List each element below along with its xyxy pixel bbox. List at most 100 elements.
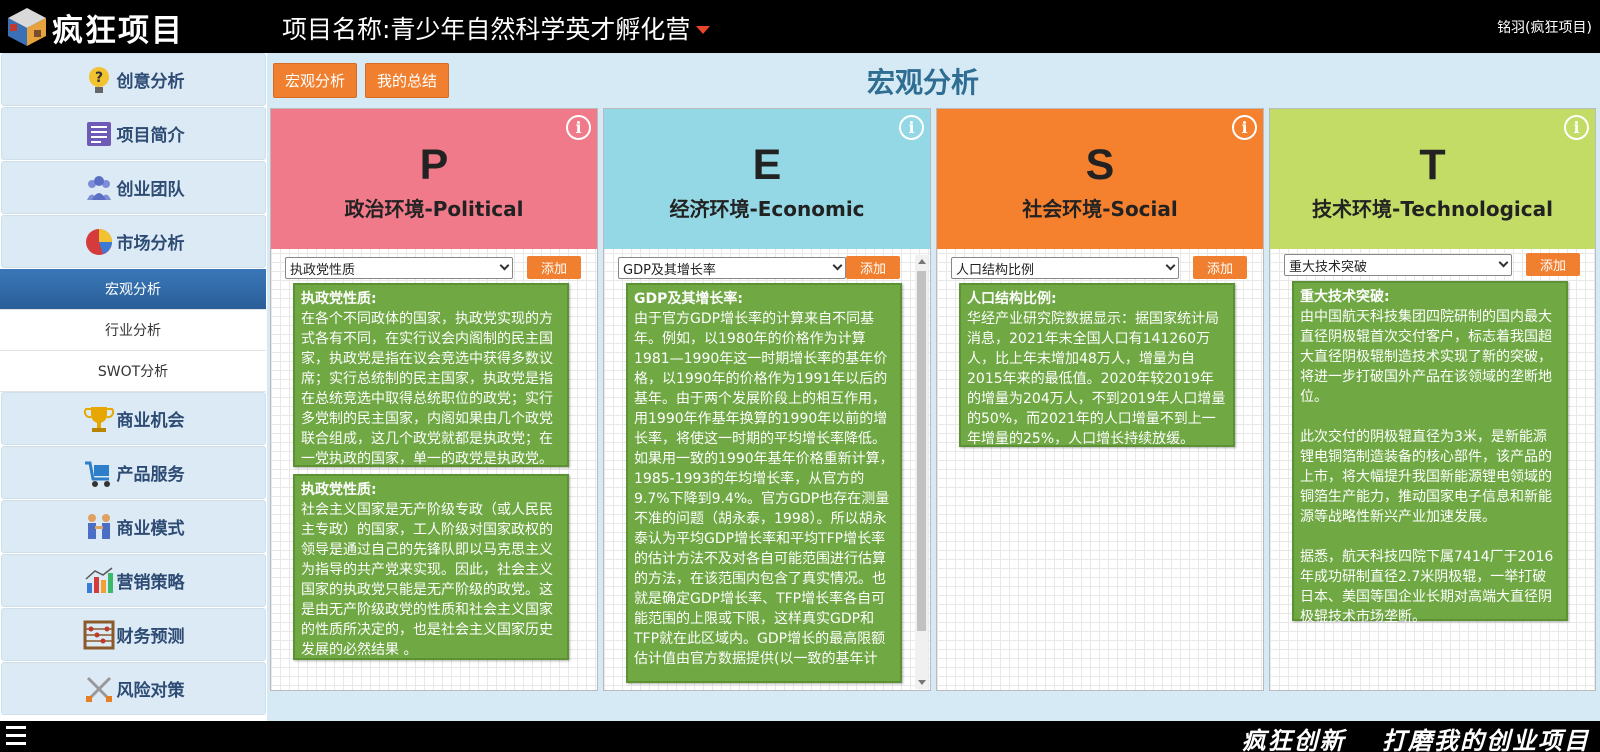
sidebar-item-label: 营销策略 [116,573,185,593]
note-card[interactable]: GDP及其增长率: 由于官方GDP增长率的计算来自不同基年。例如，以1980年的… [626,283,902,683]
select-value: GDP及其增长率 [623,262,716,278]
scroll-up-icon[interactable] [918,259,926,264]
chevron-down-icon [1165,260,1176,271]
sidebar-item-team[interactable]: 创业团队 [1,161,266,214]
info-icon[interactable]: i [1232,115,1257,140]
sidebar-item-label: 产品服务 [116,465,185,485]
select-value: 执政党性质 [290,262,356,278]
add-button[interactable]: 添加 [527,256,581,279]
sidebar-item-creative-analysis[interactable]: ? 创意分析 [1,53,266,106]
project-title-dropdown[interactable]: 项目名称:青少年自然科学英才孵化营 [282,10,711,46]
card-text: 华经产业研究院数据显示：据国家统计局消息，2021年末全国人口有141260万人… [967,311,1226,447]
page-title: 宏观分析 [867,66,980,99]
sidebar-item-label: 项目简介 [116,126,185,146]
bar-chart-icon [83,565,115,597]
note-card[interactable]: 执政党性质: 社会主义国家是无产阶级专政（或人民民主专政）的国家，工人阶级对国家… [293,474,569,660]
hamburger-menu-icon[interactable] [6,726,26,746]
note-card[interactable]: 执政党性质: 在各个不同政体的国家，执政党实现的方式各有不同，在实行议会内阁制的… [293,283,569,467]
card-title: 执政党性质: [301,291,377,307]
sidebar: ? 创意分析 项目简介 创业团队 市场分析 宏观分析 行业分析 SWOT分析 商… [0,53,267,721]
scroll-down-icon[interactable] [918,680,926,685]
cart-icon [83,457,115,489]
trophy-icon [83,403,115,435]
pest-column-social: i S 社会环境-Social 人口结构比例 添加 人口结构比例: 华经产业研究… [936,108,1264,691]
note-card[interactable]: 重大技术突破: 由中国航天科技集团四院研制的国内最大直径阴极辊首次交付客户，标志… [1292,281,1568,625]
sidebar-item-business-opportunity[interactable]: 商业机会 [1,392,266,445]
card-title: GDP及其增长率: [634,291,743,307]
crossed-swords-icon [83,673,115,705]
column-title: 政治环境-Political [344,197,524,221]
scrollbar-thumb[interactable] [917,271,926,631]
sidebar-item-project-intro[interactable]: 项目简介 [1,107,266,160]
team-icon [83,172,115,204]
sidebar-item-label: 创业团队 [116,180,185,200]
cube-logo-icon [6,6,48,48]
sidebar-item-market-analysis[interactable]: 市场分析 [1,215,266,268]
add-button[interactable]: 添加 [1526,253,1580,276]
logo-text: 疯狂项目 [52,12,184,49]
column-letter: E [752,141,782,189]
column-letter: P [419,141,449,189]
add-button[interactable]: 添加 [1193,256,1247,279]
sidebar-item-label: 风险对策 [116,681,185,701]
sidebar-item-risk-countermeasures[interactable]: 风险对策 [1,662,266,715]
column-title: 技术环境-Technological [1312,197,1553,221]
sidebar-item-label: 商业模式 [116,519,185,539]
sidebar-item-product-service[interactable]: 产品服务 [1,446,266,499]
card-title: 重大技术突破: [1300,289,1390,305]
abacus-icon [83,619,115,651]
top-bar: 疯狂项目 项目名称:青少年自然科学英才孵化营 铭羽(疯狂项目) [0,0,1600,53]
chevron-down-icon [832,260,843,271]
tab-my-summary[interactable]: 我的总结 [365,63,449,98]
sidebar-item-label: 财务预测 [116,627,185,647]
topic-select[interactable]: 人口结构比例 [951,257,1179,279]
pest-column-technological: i T 技术环境-Technological 重大技术突破 添加 重大技术突破:… [1269,108,1596,691]
card-text: 社会主义国家是无产阶级专政（或人民民主专政）的国家，工人阶级对国家政权的领导是通… [301,502,553,658]
card-text: 由于官方GDP增长率的计算来自不同基年。例如，以1980年的价格作为计算1981… [634,311,894,667]
add-button[interactable]: 添加 [846,256,900,279]
pie-chart-icon [83,226,115,258]
footer-bar: 疯狂创新 打磨我的创业项目 [0,721,1600,752]
note-card[interactable]: 人口结构比例: 华经产业研究院数据显示：据国家统计局消息，2021年末全国人口有… [959,283,1235,447]
column-header: i E 经济环境-Economic [604,109,930,249]
sidebar-subitem-industry-analysis[interactable]: 行业分析 [0,310,266,351]
sidebar-item-label: 市场分析 [116,234,185,254]
sidebar-subitem-macro-analysis[interactable]: 宏观分析 [0,269,266,310]
card-text: 此次交付的阴极辊直径为3米，是新能源锂电铜箔制造装备的核心部件，该产品的上市，将… [1300,429,1552,525]
lightbulb-question-icon: ? [83,64,115,96]
column-header: i P 政治环境-Political [271,109,597,249]
sidebar-item-financial-forecast[interactable]: 财务预测 [1,608,266,661]
sidebar-item-label: 创意分析 [116,72,185,92]
user-name[interactable]: 铭羽(疯狂项目) [1497,17,1592,37]
select-value: 人口结构比例 [956,262,1035,278]
handshake-icon [83,511,115,543]
info-icon[interactable]: i [566,115,591,140]
topic-select[interactable]: GDP及其增长率 [618,257,846,279]
caret-down-icon [696,26,711,34]
chevron-down-icon [499,260,510,271]
logo[interactable]: 疯狂项目 [6,6,184,49]
sidebar-item-marketing-strategy[interactable]: 营销策略 [1,554,266,607]
info-icon[interactable]: i [899,115,924,140]
topic-select[interactable]: 重大技术突破 [1284,254,1512,276]
card-text: 由中国航天科技集团四院研制的国内最大直径阴极辊首次交付客户，标志着我国超大直径阴… [1300,309,1552,405]
select-value: 重大技术突破 [1289,259,1368,275]
sidebar-item-business-model[interactable]: 商业模式 [1,500,266,553]
column-title: 经济环境-Economic [669,197,865,221]
tab-macro-analysis[interactable]: 宏观分析 [273,63,357,98]
column-title: 社会环境-Social [1022,197,1178,221]
chevron-down-icon [1498,257,1509,268]
column-header: i S 社会环境-Social [937,109,1263,249]
document-icon [83,118,115,150]
topic-select[interactable]: 执政党性质 [285,257,513,279]
column-header: i T 技术环境-Technological [1270,109,1595,249]
scrollbar[interactable] [915,255,928,689]
card-title: 执政党性质: [301,482,377,498]
card-title: 人口结构比例: [967,291,1057,307]
pest-column-political: i P 政治环境-Political 执政党性质 添加 执政党性质: 在各个不同… [270,108,598,691]
main-content: 宏观分析 我的总结 宏观分析 i P 政治环境-Political 执政党性质 … [267,53,1600,721]
column-letter: T [1419,141,1446,189]
sidebar-subitem-swot-analysis[interactable]: SWOT分析 [0,351,266,392]
card-text: 据悉，航天科技四院下属7414厂于2016年成功研制直径2.7米阴极辊，一举打破… [1300,549,1554,625]
info-icon[interactable]: i [1564,115,1589,140]
